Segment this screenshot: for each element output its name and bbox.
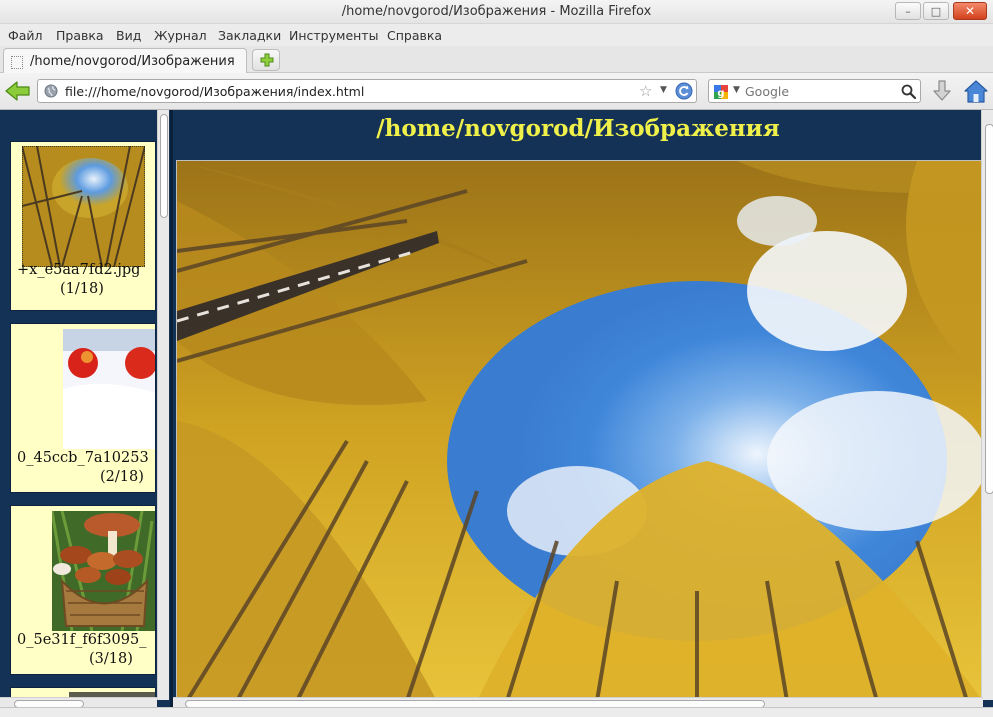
tab-strip: /home/novgorod/Изображения [0,46,993,74]
menu-tools[interactable]: Инструменты [289,28,378,43]
menu-file[interactable]: Файл [8,28,43,43]
back-arrow-icon[interactable] [4,79,32,103]
thumbnail-horizontal-scrollbar[interactable] [0,697,157,707]
mushroom-basket-thumbnail [52,511,155,631]
reload-icon[interactable] [675,82,693,100]
navigation-toolbar: file:///home/novgorod/Изображения/index.… [0,73,993,110]
window-titlebar: /home/novgorod/Изображения - Mozilla Fir… [0,0,993,24]
thumbnail-filename: +x_e5aa7fd2.jpg [17,262,141,278]
maximize-button[interactable]: □ [923,2,949,20]
minimize-icon: – [905,4,911,18]
tab-images[interactable]: /home/novgorod/Изображения [3,48,247,74]
main-image-frame: /home/novgorod/Изображения [170,110,993,709]
close-button[interactable]: ✕ [953,2,987,20]
menu-bookmarks[interactable]: Закладки [218,28,281,43]
minimize-button[interactable]: – [895,2,921,20]
scrollbar-thumb[interactable] [985,124,993,494]
plus-icon [260,53,274,67]
download-arrow-icon[interactable] [930,79,954,103]
scrollbar-thumb[interactable] [160,114,168,218]
globe-icon [44,84,58,98]
thumbnail-index: (3/18) [89,651,133,667]
birch-forest-thumbnail [22,146,145,267]
thumbnail-3[interactable]: 0_5e31f_f6f3095_ (3/18) [10,505,156,675]
menu-view[interactable]: Вид [116,28,141,43]
google-icon[interactable]: g [713,84,729,100]
search-bar: g ▼ [708,79,921,103]
thumbnail-filename: 0_45ccb_7a10253 [17,450,149,466]
thumbnail-filename: 0_5e31f_f6f3095_ [17,632,147,648]
bookmark-star-icon[interactable]: ☆ [639,82,652,100]
tab-label: /home/novgorod/Изображения [30,54,235,69]
search-input[interactable] [745,83,895,99]
thumbnail-vertical-scrollbar[interactable] [157,110,169,700]
maximize-icon: □ [930,4,942,18]
menu-help[interactable]: Справка [387,28,442,43]
svg-text:g: g [717,88,724,99]
close-icon: ✕ [964,4,976,18]
status-bar [0,707,993,717]
apples-in-snow-thumbnail [63,329,155,449]
birch-forest-photo [177,161,981,699]
thumbnail-index: (2/18) [100,469,144,485]
blank-page-icon [11,56,23,69]
thumbnail-1[interactable]: +x_e5aa7fd2.jpg (1/18) [10,141,156,311]
new-tab-button[interactable] [252,49,280,71]
main-image[interactable] [176,160,982,700]
magnifier-icon[interactable] [900,83,917,100]
home-icon[interactable] [963,78,989,104]
page-content: +x_e5aa7fd2.jpg (1/18) 0_45ccb_7a10253 (… [0,110,993,717]
thumbnail-frame: +x_e5aa7fd2.jpg (1/18) 0_45ccb_7a10253 (… [0,110,170,707]
window-title: /home/novgorod/Изображения - Mozilla Fir… [341,4,652,19]
thumbnail-index: (1/18) [60,281,104,297]
thumbnail-2[interactable]: 0_45ccb_7a10253 (2/18) [10,323,156,493]
history-dropdown-icon[interactable]: ▼ [660,85,667,95]
address-bar[interactable]: file:///home/novgorod/Изображения/index.… [37,79,697,103]
url-text: file:///home/novgorod/Изображения/index.… [65,84,365,99]
menu-history[interactable]: Журнал [154,28,207,43]
scrollbar-thumb[interactable] [14,700,84,707]
search-engine-dropdown-icon[interactable]: ▼ [733,85,740,95]
gallery-heading: /home/novgorod/Изображения [376,115,780,142]
menu-edit[interactable]: Правка [56,28,104,43]
menu-bar: Файл Правка Вид Журнал Закладки Инструме… [0,24,993,46]
main-vertical-scrollbar[interactable] [981,110,993,700]
